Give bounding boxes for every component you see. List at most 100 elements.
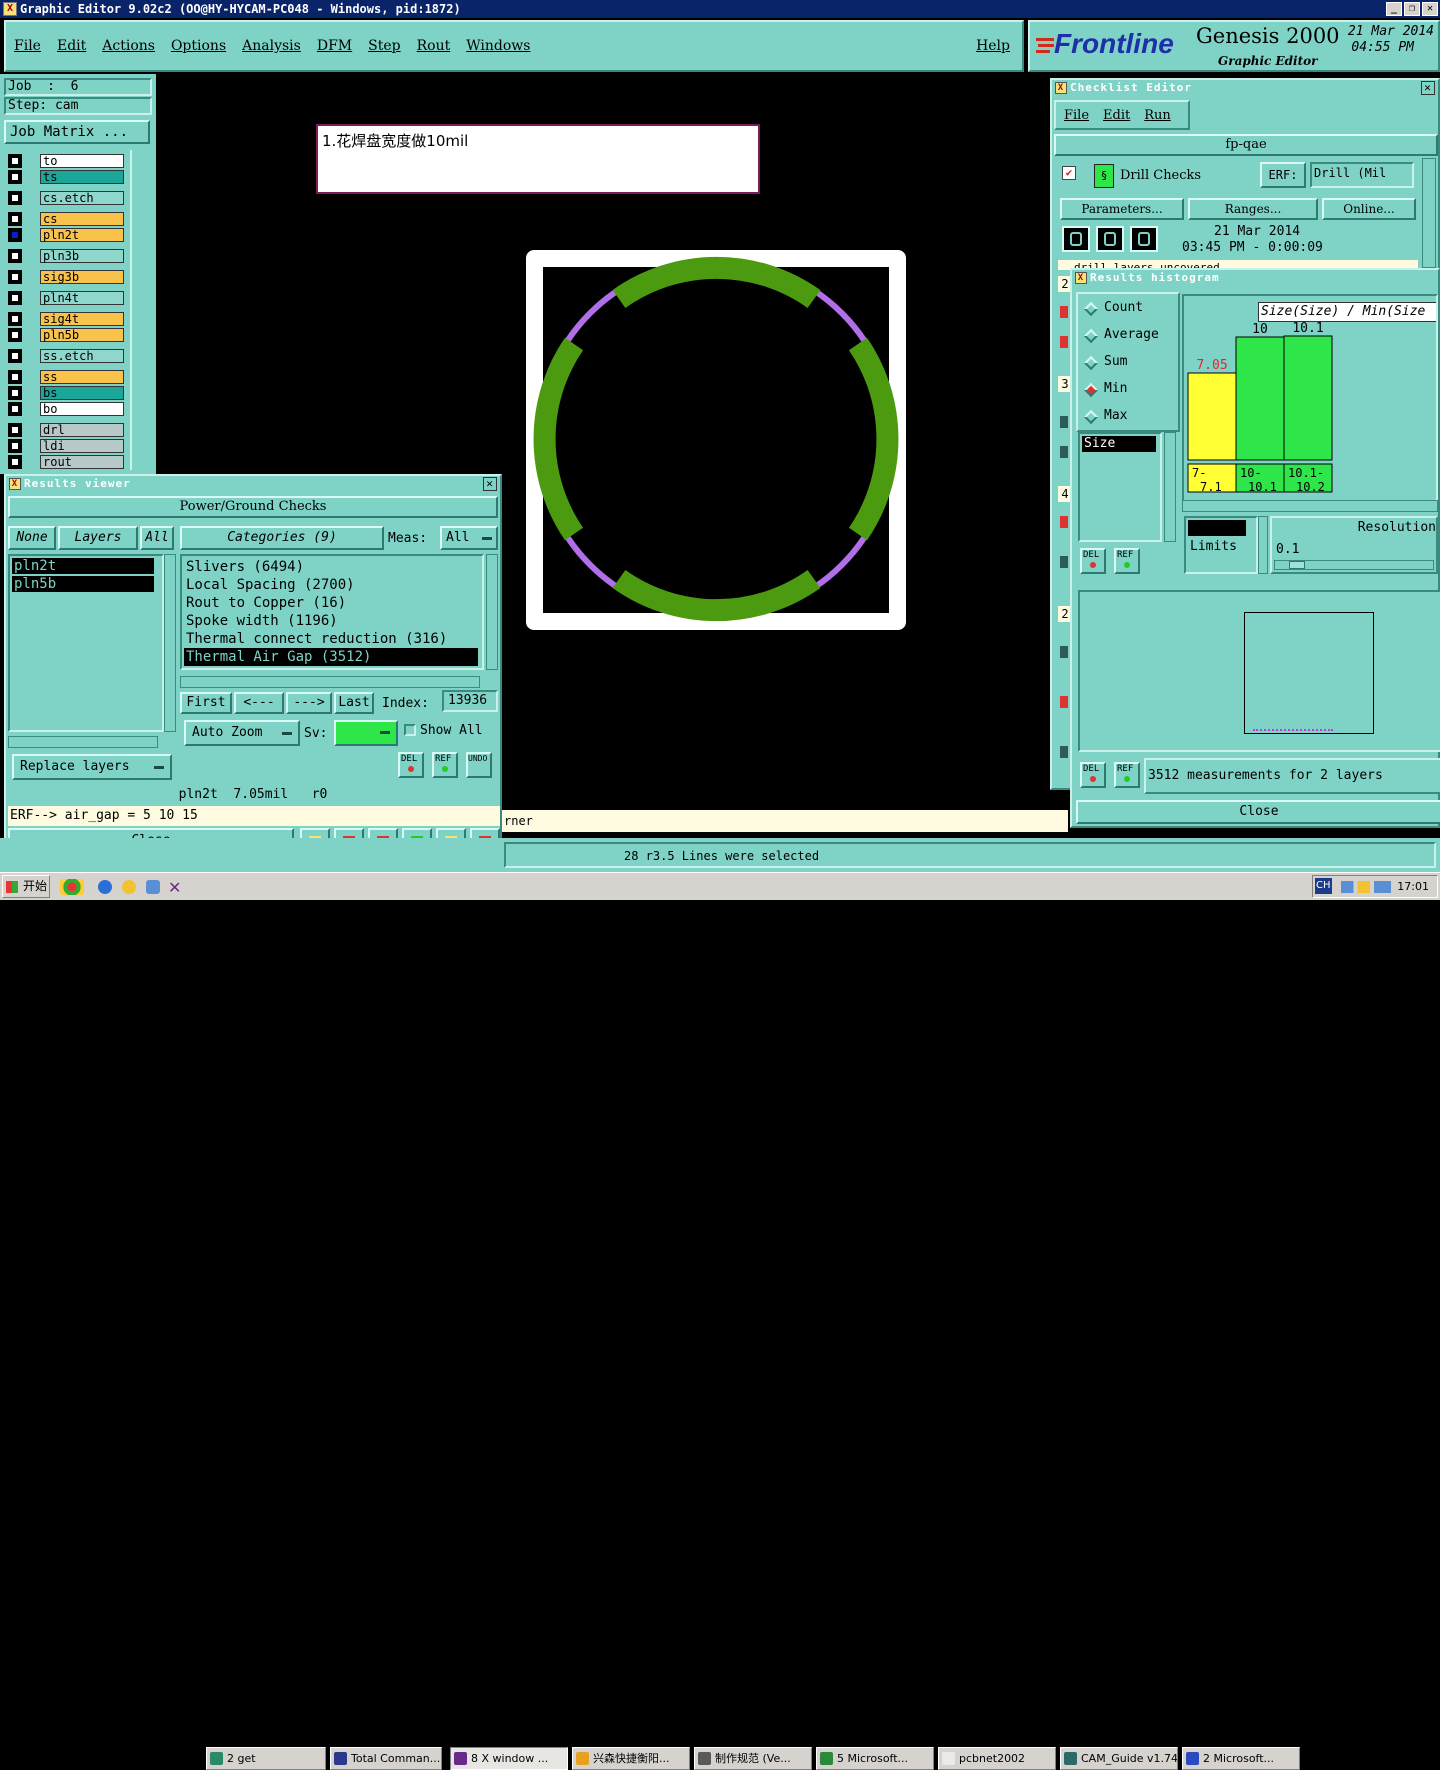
taskbar-item[interactable]: 兴森快捷衡阳... bbox=[572, 1747, 690, 1770]
categories-list[interactable]: Slivers (6494) Local Spacing (2700) Rout t… bbox=[180, 554, 484, 670]
size-list-item[interactable]: Size bbox=[1082, 436, 1156, 452]
layer-name[interactable]: ss bbox=[40, 370, 124, 384]
first-button[interactable]: First bbox=[180, 692, 232, 714]
checklist-row-marker[interactable] bbox=[1060, 746, 1068, 758]
category-item[interactable]: Slivers (6494) bbox=[184, 558, 482, 576]
checklist-row-marker[interactable] bbox=[1060, 646, 1068, 658]
layer-row-bs[interactable]: bs bbox=[8, 386, 124, 400]
none-button[interactable]: None bbox=[8, 526, 56, 550]
layer-row-rout[interactable]: rout bbox=[8, 455, 124, 469]
histogram-close-button[interactable]: Close bbox=[1076, 800, 1440, 824]
layer-name[interactable]: cs bbox=[40, 212, 124, 226]
layer-name[interactable]: sig3b bbox=[40, 270, 124, 284]
histogram-bar[interactable] bbox=[1235, 336, 1285, 461]
layer-list-hscrollbar[interactable] bbox=[8, 736, 158, 748]
checklist-row-marker[interactable] bbox=[1060, 306, 1068, 318]
checklist-row-marker[interactable] bbox=[1060, 516, 1068, 528]
result-layer-item[interactable]: pln5b bbox=[12, 576, 154, 592]
layer-checkbox[interactable] bbox=[8, 386, 22, 400]
size-limits-scrollbar[interactable] bbox=[1258, 516, 1268, 574]
layer-checkbox[interactable] bbox=[8, 349, 22, 363]
layer-row-ldi[interactable]: ldi bbox=[8, 439, 124, 453]
hist-ref-button[interactable]: REF bbox=[1114, 548, 1140, 574]
layer-results-list[interactable]: pln2t pln5b bbox=[8, 554, 164, 732]
start-button[interactable]: 开始 bbox=[2, 875, 50, 898]
layer-name[interactable]: ldi bbox=[40, 439, 124, 453]
run-selected-icon[interactable] bbox=[1096, 226, 1124, 252]
layer-row-bo[interactable]: bo bbox=[8, 402, 124, 416]
layer-name[interactable]: rout bbox=[40, 455, 124, 469]
hist-option-average[interactable]: Average bbox=[1083, 327, 1180, 345]
histogram-bar[interactable] bbox=[1283, 335, 1333, 461]
stop-icon[interactable] bbox=[1130, 226, 1158, 252]
run-icon[interactable] bbox=[1062, 226, 1090, 252]
checklist-row-marker[interactable] bbox=[1060, 416, 1068, 428]
hist-option-min[interactable]: Min bbox=[1083, 381, 1180, 399]
layer-checkbox[interactable] bbox=[8, 402, 22, 416]
layer-name[interactable]: pln2t bbox=[40, 228, 124, 242]
histogram-bar[interactable] bbox=[1187, 372, 1237, 461]
settings-icon[interactable] bbox=[146, 880, 160, 894]
layer-checkbox[interactable] bbox=[8, 191, 22, 205]
erf-button[interactable]: ERF: bbox=[1260, 162, 1306, 188]
lang-indicator[interactable]: CH bbox=[1315, 878, 1332, 894]
close-window-button[interactable]: ✕ bbox=[1422, 2, 1438, 16]
checklist-menu-file[interactable]: File bbox=[1064, 108, 1089, 123]
checklist-vscroll[interactable] bbox=[1422, 158, 1436, 268]
quicklaunch-icon[interactable] bbox=[60, 879, 84, 895]
taskbar-item[interactable]: CAM_Guide v1.74 bbox=[1060, 1747, 1178, 1770]
parameters-button[interactable]: Parameters... bbox=[1060, 198, 1184, 220]
clock-icon[interactable] bbox=[122, 880, 136, 894]
layer-row-cs[interactable]: cs bbox=[8, 212, 124, 226]
menu-options[interactable]: Options bbox=[171, 38, 226, 54]
categories-hscrollbar[interactable] bbox=[180, 676, 480, 688]
layer-checkbox[interactable] bbox=[8, 249, 22, 263]
meas-select[interactable]: All bbox=[440, 526, 498, 550]
layer-checkbox[interactable] bbox=[8, 328, 22, 342]
index-input[interactable]: 13936 bbox=[442, 690, 498, 712]
category-item[interactable]: Local Spacing (2700) bbox=[184, 576, 482, 594]
taskbar-item[interactable]: Total Comman... bbox=[330, 1747, 442, 1770]
layer-checkbox[interactable] bbox=[8, 270, 22, 284]
help-menu[interactable]: Help bbox=[976, 38, 1010, 54]
close-icon[interactable]: ✕ bbox=[483, 477, 497, 491]
menu-edit[interactable]: Edit bbox=[57, 38, 86, 54]
online-button[interactable]: Online... bbox=[1322, 198, 1416, 220]
layer-scrollbar[interactable] bbox=[130, 150, 152, 470]
category-item[interactable]: Thermal Air Gap (3512) bbox=[184, 648, 478, 666]
layer-name[interactable]: bo bbox=[40, 402, 124, 416]
category-item[interactable]: Rout to Copper (16) bbox=[184, 594, 482, 612]
slider-handle[interactable] bbox=[1289, 561, 1305, 569]
result-layer-item[interactable]: pln2t bbox=[12, 558, 154, 574]
checklist-titlebar[interactable]: X Checklist Editor ✕ bbox=[1052, 80, 1438, 96]
categories-scrollbar[interactable] bbox=[486, 554, 498, 670]
close-icon[interactable]: ✕ bbox=[1421, 81, 1435, 95]
next-button[interactable]: ---> bbox=[286, 692, 332, 714]
checklist-row-marker[interactable] bbox=[1060, 696, 1068, 708]
taskbar-item[interactable]: 5 Microsoft... bbox=[816, 1747, 934, 1770]
job-matrix-button[interactable]: Job Matrix ... bbox=[4, 120, 150, 144]
layer-row-pln2t[interactable]: pln2t bbox=[8, 228, 124, 242]
layer-name[interactable]: ts bbox=[40, 170, 124, 184]
minimize-button[interactable]: _ bbox=[1386, 2, 1402, 16]
ref-icon-button[interactable]: REF bbox=[432, 752, 458, 778]
categories-button[interactable]: Categories (9) bbox=[180, 526, 384, 550]
layer-row-ts[interactable]: ts bbox=[8, 170, 124, 184]
restore-button[interactable]: ❐ bbox=[1404, 2, 1420, 16]
checklist-menu-edit[interactable]: Edit bbox=[1103, 108, 1130, 123]
layer-row-sig3b[interactable]: sig3b bbox=[8, 270, 124, 284]
menu-dfm[interactable]: DFM bbox=[317, 38, 352, 54]
category-item[interactable]: Thermal connect reduction (316) bbox=[184, 630, 482, 648]
menu-actions[interactable]: Actions bbox=[102, 38, 155, 54]
taskbar-item[interactable]: pcbnet2002 bbox=[938, 1747, 1056, 1770]
taskbar-item[interactable]: 制作规范 (Ve... bbox=[694, 1747, 812, 1770]
hist-option-count[interactable]: Count bbox=[1083, 300, 1180, 318]
histogram-hscroll[interactable] bbox=[1182, 500, 1438, 512]
auto-zoom-select[interactable]: Auto Zoom bbox=[184, 720, 300, 746]
resolution-slider[interactable] bbox=[1274, 560, 1434, 570]
checklist-action-row[interactable]: ✔ § Drill Checks ERF: Drill (Mil bbox=[1058, 162, 1418, 194]
layer-checkbox[interactable] bbox=[8, 423, 22, 437]
layer-list-scrollbar[interactable] bbox=[164, 554, 176, 732]
menu-step[interactable]: Step bbox=[368, 38, 400, 54]
last-button[interactable]: Last bbox=[334, 692, 374, 714]
